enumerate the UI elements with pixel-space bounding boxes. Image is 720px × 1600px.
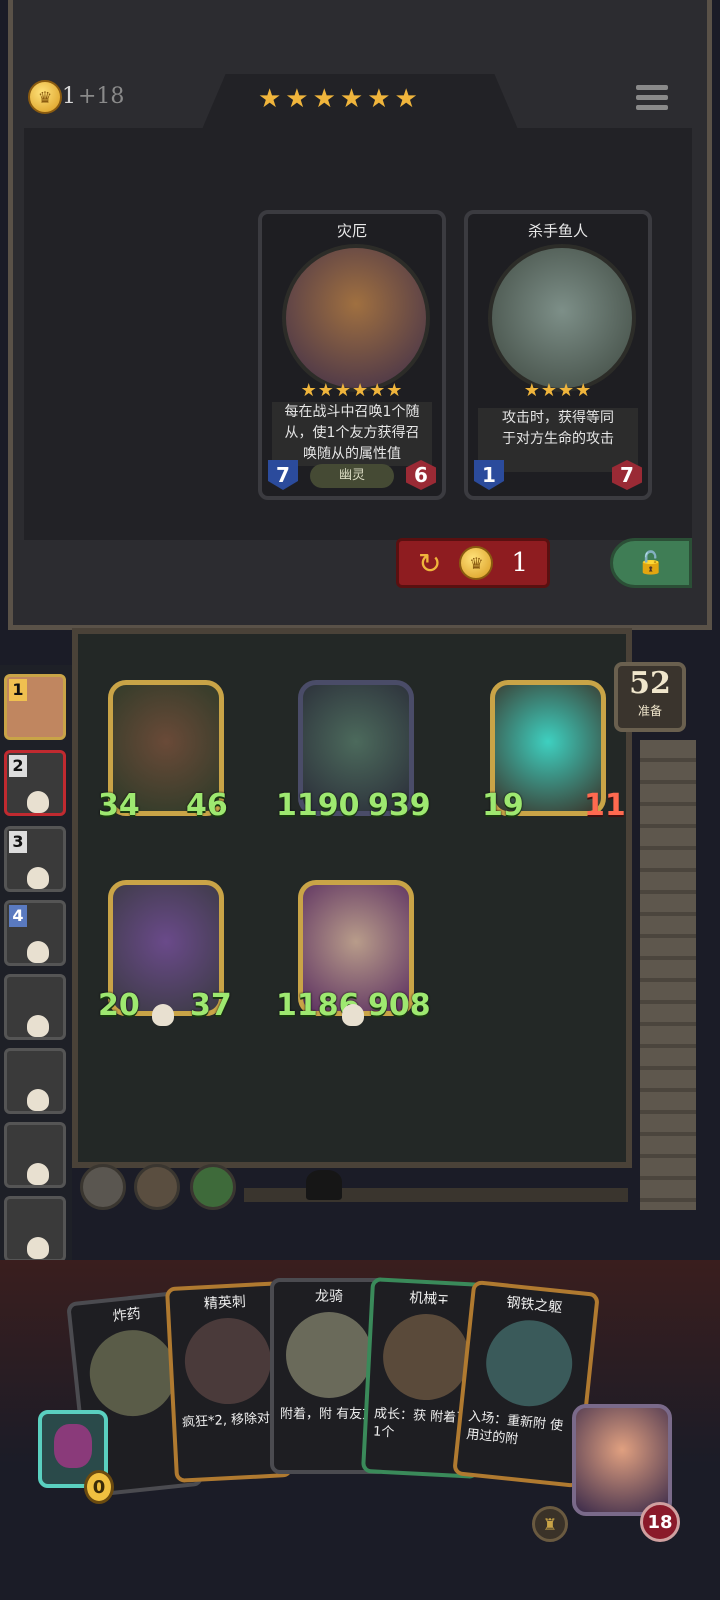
refresh-icon: ↻ (417, 546, 442, 580)
lock-shop-button[interactable]: 🔓 (610, 538, 692, 588)
player-slot[interactable] (4, 1196, 66, 1262)
card-stars: ★★★★★★ (300, 380, 404, 401)
minion-attack: 20 (98, 988, 140, 1023)
shop-card[interactable]: 杀手鱼人 ★★★★ 攻击时，获得等同 于对方生命的攻击 1 7 (464, 210, 652, 500)
card-attack: 7 (268, 460, 298, 490)
card-name: 杀手鱼人 (527, 222, 588, 240)
relic-slot-icon (134, 1164, 180, 1210)
bear-icon (54, 1424, 92, 1468)
gold-income: +18 (78, 84, 125, 109)
coin-icon: ♛ (459, 546, 494, 580)
skull-icon (27, 791, 49, 813)
flower-slot-icon (80, 1164, 126, 1210)
reroll-button[interactable]: ↻ ♛ 1 (396, 538, 550, 588)
card-stars: ★★★★ (523, 380, 593, 401)
pumpkin-portrait (282, 244, 430, 392)
trinket-count: 0 (84, 1470, 114, 1504)
minion-health: 37 (190, 988, 232, 1023)
skull-icon (27, 1237, 49, 1259)
hex-slot-icon (190, 1164, 236, 1210)
player-slot[interactable] (4, 1048, 66, 1114)
player-slot[interactable]: 4 (4, 900, 66, 966)
minion-health: 11 (584, 788, 626, 823)
ready-counter[interactable]: 52 准备 (614, 662, 686, 732)
skull-icon (152, 1004, 174, 1026)
minion-health: 908 (368, 988, 431, 1023)
player-slot[interactable]: 3 (4, 826, 66, 892)
skull-icon (342, 1004, 364, 1026)
minion-attack: 1190 (276, 788, 360, 823)
shop-card[interactable]: 灾厄 ★★★★★★ 每在战斗中召唤1个随 从，使1个友方获得召 唤随从的属性值 … (258, 210, 446, 500)
gold-coin-icon: ♛ (28, 80, 62, 114)
lock-icon: 🔓 (637, 550, 665, 576)
minion-health: 939 (368, 788, 431, 823)
card-name: 灾厄 (336, 222, 367, 240)
fishman-portrait (488, 244, 636, 392)
skull-icon (27, 1015, 49, 1037)
minion-attack: 34 (98, 788, 140, 823)
skull-icon (27, 867, 49, 889)
board-shelf (244, 1188, 628, 1202)
player-slot[interactable]: 1 (4, 674, 66, 740)
reroll-cost: 1 (511, 548, 528, 578)
hero-health: 18 (640, 1502, 680, 1542)
player-slot[interactable]: 2 (4, 750, 66, 816)
tavern-tier-stars: ★★★★★★ (258, 84, 422, 114)
player-slot[interactable] (4, 974, 66, 1040)
gold-count: 1 (62, 84, 76, 109)
skull-icon (27, 1163, 49, 1185)
board-pillar (640, 740, 696, 1210)
minion-attack: 19 (482, 788, 524, 823)
player-slot[interactable] (4, 1122, 66, 1188)
skull-icon (27, 941, 49, 963)
card-tribe: 幽灵 (310, 464, 394, 488)
card-description: 每在战斗中召唤1个随 从，使1个友方获得召 唤随从的属性值 (272, 402, 432, 466)
hero-power-icon[interactable]: ♜ (532, 1506, 568, 1542)
minion-health: 46 (186, 788, 228, 823)
cat-icon (306, 1170, 342, 1200)
hero-portrait[interactable] (572, 1404, 672, 1516)
skull-icon (27, 1089, 49, 1111)
menu-icon[interactable] (636, 80, 668, 115)
card-attack: 1 (474, 460, 504, 490)
